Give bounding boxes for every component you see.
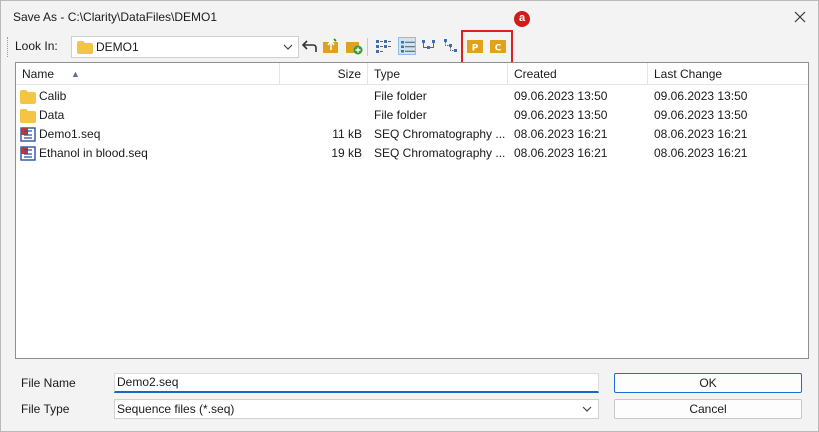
cell-type: File folder (374, 89, 427, 103)
file-type-label: File Type (21, 402, 70, 416)
sequence-file-icon (20, 146, 36, 161)
cell-name: Ethanol in blood.seq (39, 146, 148, 160)
folder-icon (20, 108, 36, 123)
cancel-button[interactable]: Cancel (614, 399, 802, 419)
close-button[interactable] (790, 7, 810, 27)
column-created-label: Created (514, 67, 557, 81)
folder-icon (77, 41, 93, 54)
cell-type: SEQ Chromatography ... (374, 127, 506, 141)
tree-view-icon (422, 40, 435, 49)
column-header-last-change[interactable]: Last Change (648, 63, 808, 85)
file-list-header: Name ▲ Size Type Created Last Change (16, 63, 808, 85)
cell-size: 11 kB (332, 127, 362, 141)
back-arrow-icon (301, 40, 317, 52)
column-name-label: Name (22, 67, 55, 81)
sequence-file-icon (20, 127, 36, 142)
column-header-name[interactable]: Name ▲ (16, 63, 280, 85)
cell-type: File folder (374, 108, 427, 122)
column-last-change-label: Last Change (654, 67, 723, 81)
up-one-level-button[interactable] (301, 37, 319, 55)
cell-size (280, 87, 362, 106)
details-view-icon (401, 41, 415, 53)
table-row[interactable]: Demo1.seq 11 kB SEQ Chromatography ... 08.0… (16, 125, 808, 144)
details-view-button[interactable] (398, 37, 416, 55)
toolbar: Look In: DEMO1 P C (1, 34, 818, 60)
folder-up-icon (323, 38, 338, 53)
file-type-value: Sequence files (*.seq) (117, 402, 235, 416)
callout-marker: a (514, 11, 530, 27)
cell-last-change: 09.06.2023 13:50 (654, 89, 748, 103)
tree-view-button[interactable] (420, 37, 438, 55)
toolbar-separator (367, 38, 368, 56)
window-title: Save As - C:\Clarity\DataFiles\DEMO1 (13, 10, 218, 24)
cell-created: 08.06.2023 16:21 (514, 127, 608, 141)
column-header-type[interactable]: Type (368, 63, 508, 85)
cell-name: Calib (39, 89, 67, 103)
folder-up-button[interactable] (322, 37, 340, 55)
folder-icon (20, 89, 36, 104)
cell-last-change: 09.06.2023 13:50 (654, 108, 748, 122)
chevron-down-icon (283, 44, 293, 50)
cell-created: 08.06.2023 16:21 (514, 146, 608, 160)
save-as-dialog: Save As - C:\Clarity\DataFiles\DEMO1 Loo… (0, 0, 819, 432)
ok-button[interactable]: OK (614, 373, 802, 393)
cell-type: SEQ Chromatography ... (374, 146, 506, 160)
table-row[interactable]: Ethanol in blood.seq 19 kB SEQ Chromatogra… (16, 144, 808, 163)
new-folder-button[interactable] (345, 37, 363, 55)
look-in-label: Look In: (15, 39, 58, 53)
cell-created: 09.06.2023 13:50 (514, 89, 608, 103)
cell-size (280, 106, 362, 125)
tree-view-alt-button[interactable] (442, 37, 460, 55)
cell-name: Data (39, 108, 65, 122)
look-in-value: DEMO1 (96, 40, 139, 54)
file-name-label: File Name (21, 376, 76, 390)
title-bar: Save As - C:\Clarity\DataFiles\DEMO1 (1, 1, 818, 33)
highlight-box (461, 30, 513, 64)
file-list[interactable]: Name ▲ Size Type Created Last Change Cal… (15, 62, 809, 359)
table-row[interactable]: Data File folder 09.06.2023 13:50 09.06.202… (16, 106, 808, 125)
cell-name: Demo1.seq (39, 127, 101, 141)
column-header-size[interactable]: Size (280, 63, 368, 85)
column-header-created[interactable]: Created (508, 63, 648, 85)
file-type-select[interactable]: Sequence files (*.seq) (114, 399, 599, 419)
look-in-combo[interactable]: DEMO1 (71, 36, 299, 58)
close-icon (794, 11, 806, 23)
cell-last-change: 08.06.2023 16:21 (654, 146, 748, 160)
column-size-label: Size (337, 67, 361, 81)
cell-last-change: 08.06.2023 16:21 (654, 127, 748, 141)
column-type-label: Type (374, 67, 401, 81)
cell-size: 19 kB (331, 146, 362, 160)
chevron-down-icon (582, 406, 592, 412)
new-folder-icon (346, 42, 363, 55)
table-row[interactable]: Calib File folder 09.06.2023 13:50 09.06.20… (16, 87, 808, 106)
cell-created: 09.06.2023 13:50 (514, 108, 608, 122)
sort-ascending-icon: ▲ (71, 69, 80, 79)
tree-view-alt-icon (444, 39, 457, 52)
list-view-button[interactable] (374, 37, 392, 55)
list-view-icon (376, 40, 391, 53)
file-name-input[interactable]: Demo2.seq (114, 373, 599, 393)
toolbar-grip (7, 37, 9, 57)
